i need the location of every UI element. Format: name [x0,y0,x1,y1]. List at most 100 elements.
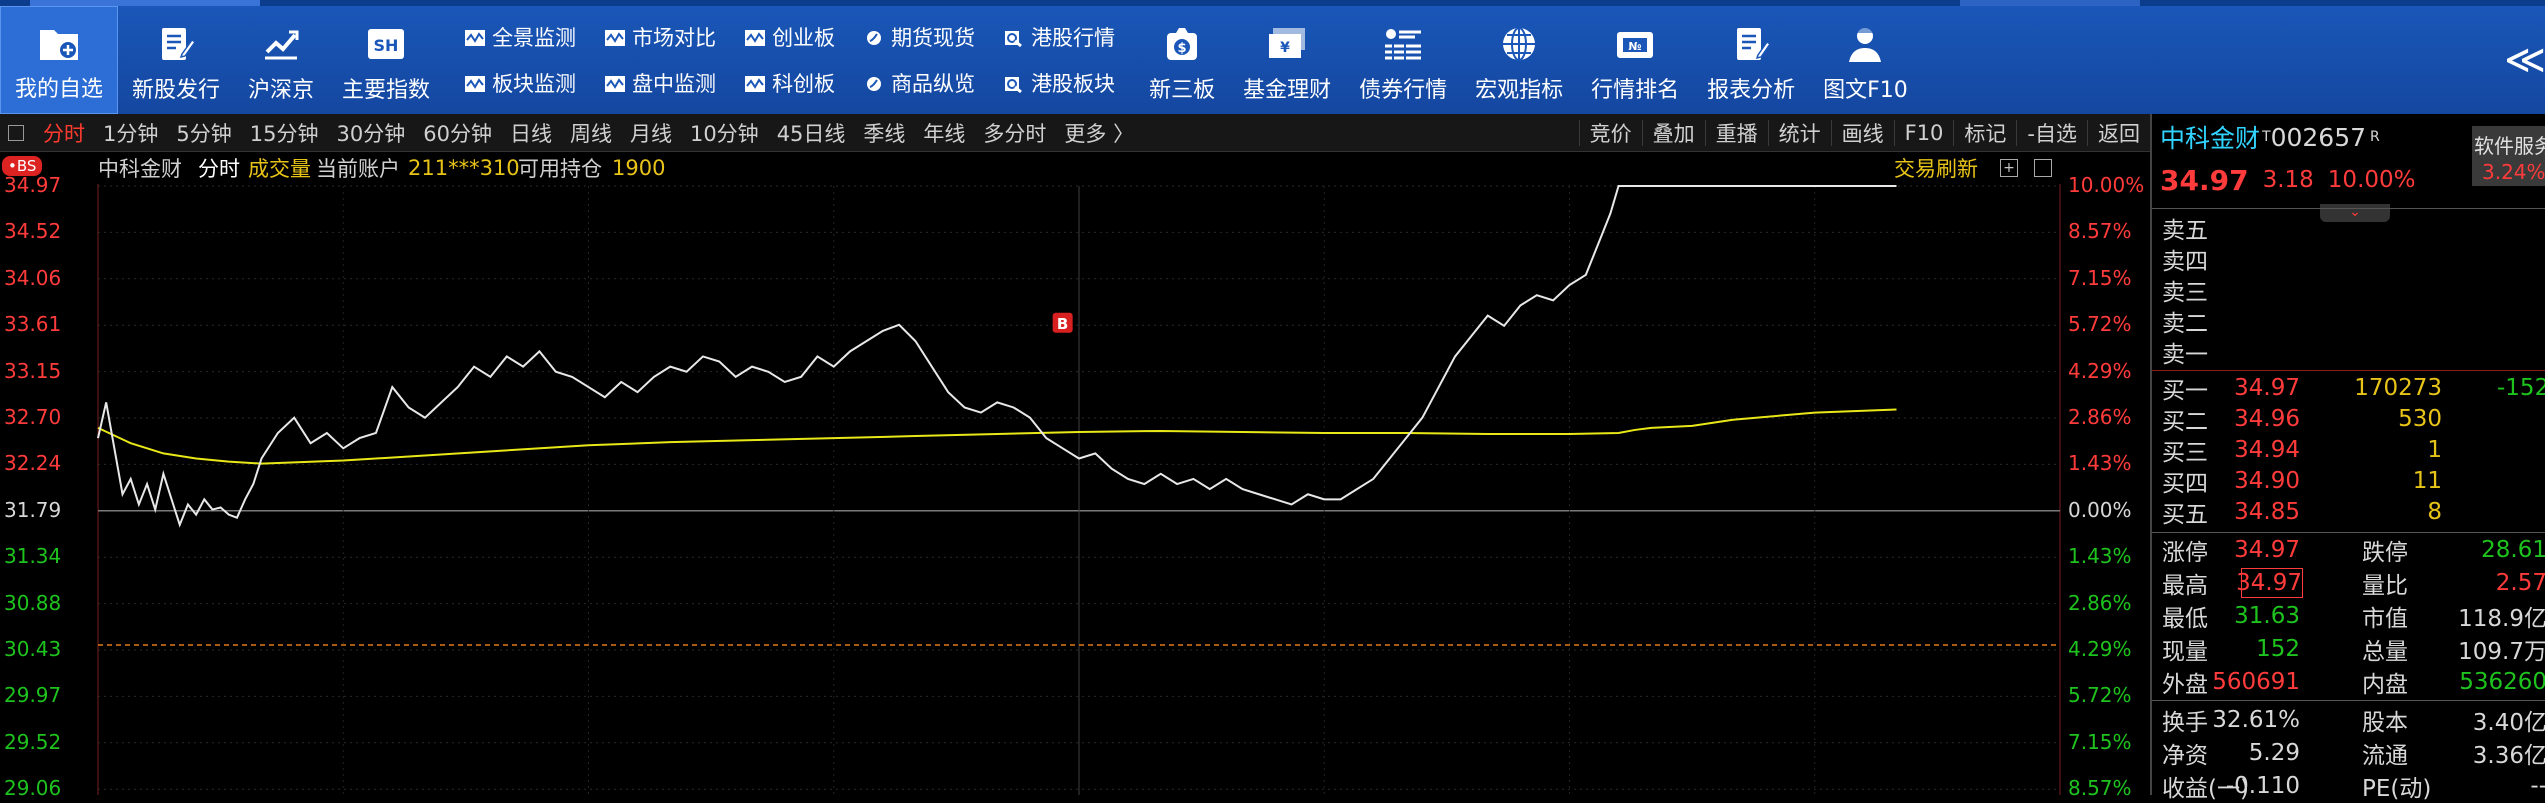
toolbar-item-label: 报表分析 [1707,78,1796,103]
toolbar-mini-group: 港股行情港股板块 [989,6,1129,114]
buy-level-volume: 1 [2427,437,2442,463]
toolbar-mini-label: 科创板 [772,72,836,96]
stat-value: 118.9亿 [2458,606,2545,632]
toolbar-item-label: 基金理财 [1243,78,1332,103]
period-tab[interactable]: 周线 [561,118,621,148]
stat-value: -- [2530,773,2545,799]
expand-handle[interactable]: ⌄ [2320,204,2390,222]
chart-tool-button[interactable]: 标记 [1953,120,2016,146]
toolbar-bond-list-button[interactable]: 债券行情 [1345,6,1461,114]
sell-level-label: 卖三 [2162,280,2208,306]
quote-code: 002657 [2270,122,2367,152]
pulse-icon [744,28,766,46]
pct-axis-label: 4.29% [2068,637,2132,661]
price-axis-label: 29.06 [4,776,62,801]
stat-value: 109.7万 [2458,639,2545,665]
buy-level-volume: 170273 [2354,375,2442,401]
toolbar-trend-chart-button[interactable]: 沪深京 [234,6,328,114]
toolbar-globe-button[interactable]: 宏观指标 [1461,6,1577,114]
toolbar-money-bag-button[interactable]: $ 新三板 [1135,6,1229,114]
period-tab[interactable]: 15分钟 [241,118,328,148]
stat-value: 536260 [2459,669,2545,695]
period-tab[interactable]: 45日线 [768,118,855,148]
period-tab[interactable]: 季线 [854,118,914,148]
toolbar-yen-cards-button[interactable]: ¥ 基金理财 [1229,6,1345,114]
price-axis-label: 30.88 [4,590,62,615]
period-tab[interactable]: 1分钟 [94,118,167,148]
period-tab[interactable]: 多分时 [974,118,1055,148]
pct-axis-label: 8.57% [2068,219,2132,244]
chart-tool-button[interactable]: 统计 [1767,120,1831,146]
price-axis-label: 32.70 [4,405,62,429]
period-tab[interactable]: 30分钟 [327,118,414,148]
leaf-icon [863,74,885,92]
pct-axis-label: 5.72% [2068,312,2132,337]
info-account-label: 当前账户 [316,157,400,181]
toolbar-folder-plus-button[interactable]: 我的自选 [0,6,119,114]
toolbar-mini-label: 创业板 [772,26,836,50]
chart-tool-button[interactable]: F10 [1893,120,1954,146]
price-axis-label: 33.61 [4,312,62,337]
price-axis-label: 34.97 [4,173,62,197]
stat-value: 28.61 [2481,537,2545,563]
pct-axis-label: 0.00% [2068,497,2132,522]
main-toolbar: 我的自选 新股发行 沪深京 SH 主要指数 全景监测板块监测 市场对比盘中监测 创业板科创板… [0,6,2545,114]
toolbar-mini-item[interactable]: 港股板块 [1003,68,1115,98]
toolbar-mini-item[interactable]: 板块监测 [464,68,576,98]
search-icon [1003,74,1025,94]
toolbar-mini-item[interactable]: 创业板 [744,22,835,52]
sh-badge-icon: SH [363,22,409,66]
add-icon[interactable]: + [2000,159,2018,177]
panel-toggle-icon[interactable] [8,124,24,141]
toolbar-person-button[interactable]: 图文F10 [1809,6,1922,114]
chart-area[interactable]: B 34.97 34.52 34.06 33.61 33.15 32.70 32.24 31.… [0,173,2150,800]
quote-stock-name[interactable]: 中科金财 [2160,119,2260,155]
price-axis-label: 33.15 [4,358,62,383]
price-axis-label: 31.34 [4,544,62,569]
chart-info-line: •BS 中科金财 分时 成交量 当前账户 211***310 可用持仓 1900… [0,152,2150,184]
chart-tool-button[interactable]: 返回 [2087,120,2150,146]
chart-tool-button[interactable]: 画线 [1830,120,1894,146]
info-volume-label[interactable]: 成交量 [248,153,311,183]
toolbar-mini-item[interactable]: 港股行情 [1003,22,1115,52]
period-tab[interactable]: 分时 [34,118,94,148]
toolbar-mini-label: 港股行情 [1031,26,1116,50]
toolbar-mini-item[interactable]: 期货现货 [863,22,975,52]
toolbar-mini-item[interactable]: 全景监测 [464,22,576,52]
svg-text:¥: ¥ [1280,40,1290,56]
quote-panel: 中科金财 T 002657 R 软件服务 3.24% 34.97 3.18 10… [2150,114,2545,802]
toolbar-collapse-button[interactable]: ≪ [2504,6,2545,114]
toolbar-sh-badge-button[interactable]: SH 主要指数 [328,6,444,114]
chart-tool-button[interactable]: 竞价 [1578,120,1642,146]
period-tab[interactable]: 月线 [621,118,681,148]
period-tab[interactable]: 5分钟 [167,118,240,148]
toolbar-ranking-button[interactable]: № 行情排名 [1577,6,1693,114]
toolbar-mini-item[interactable]: 盘中监测 [604,68,716,98]
trade-refresh-button[interactable]: 交易刷新 [1894,153,1978,183]
sector-box[interactable]: 软件服务 3.24% [2472,126,2545,186]
chart-tool-button[interactable]: 叠加 [1641,120,1705,146]
toolbar-mini-item[interactable]: 市场对比 [604,22,716,52]
info-mode: 分时 [198,157,240,181]
period-tab[interactable]: 更多 〉 [1055,118,1143,148]
toolbar-item-label: 主要指数 [342,78,431,103]
intraday-chart[interactable]: B [0,184,2150,795]
toolbar-document-edit-button[interactable]: 新股发行 [118,6,234,114]
chart-tool-button[interactable]: -自选 [2016,120,2087,146]
toolbar-mini-label: 期货现货 [891,26,976,50]
price-axis-label: 29.52 [4,729,62,754]
window-icon[interactable] [2034,159,2052,177]
toolbar-item-label: 沪深京 [248,78,315,103]
buy-level-change: -152 [2497,375,2545,401]
period-tab[interactable]: 10分钟 [681,118,768,148]
toolbar-mini-item[interactable]: 商品纵览 [863,68,975,98]
price-line [97,185,1897,528]
toolbar-mini-item[interactable]: 科创板 [744,68,835,98]
chart-tool-button[interactable]: 重播 [1704,120,1768,146]
toolbar-mini-label: 板块监测 [492,72,577,96]
toolbar-report-button[interactable]: 报表分析 [1693,6,1809,114]
period-tab[interactable]: 60分钟 [414,118,501,148]
period-tab[interactable]: 日线 [501,118,561,148]
period-tab[interactable]: 年线 [914,118,974,148]
globe-icon [1496,22,1542,66]
